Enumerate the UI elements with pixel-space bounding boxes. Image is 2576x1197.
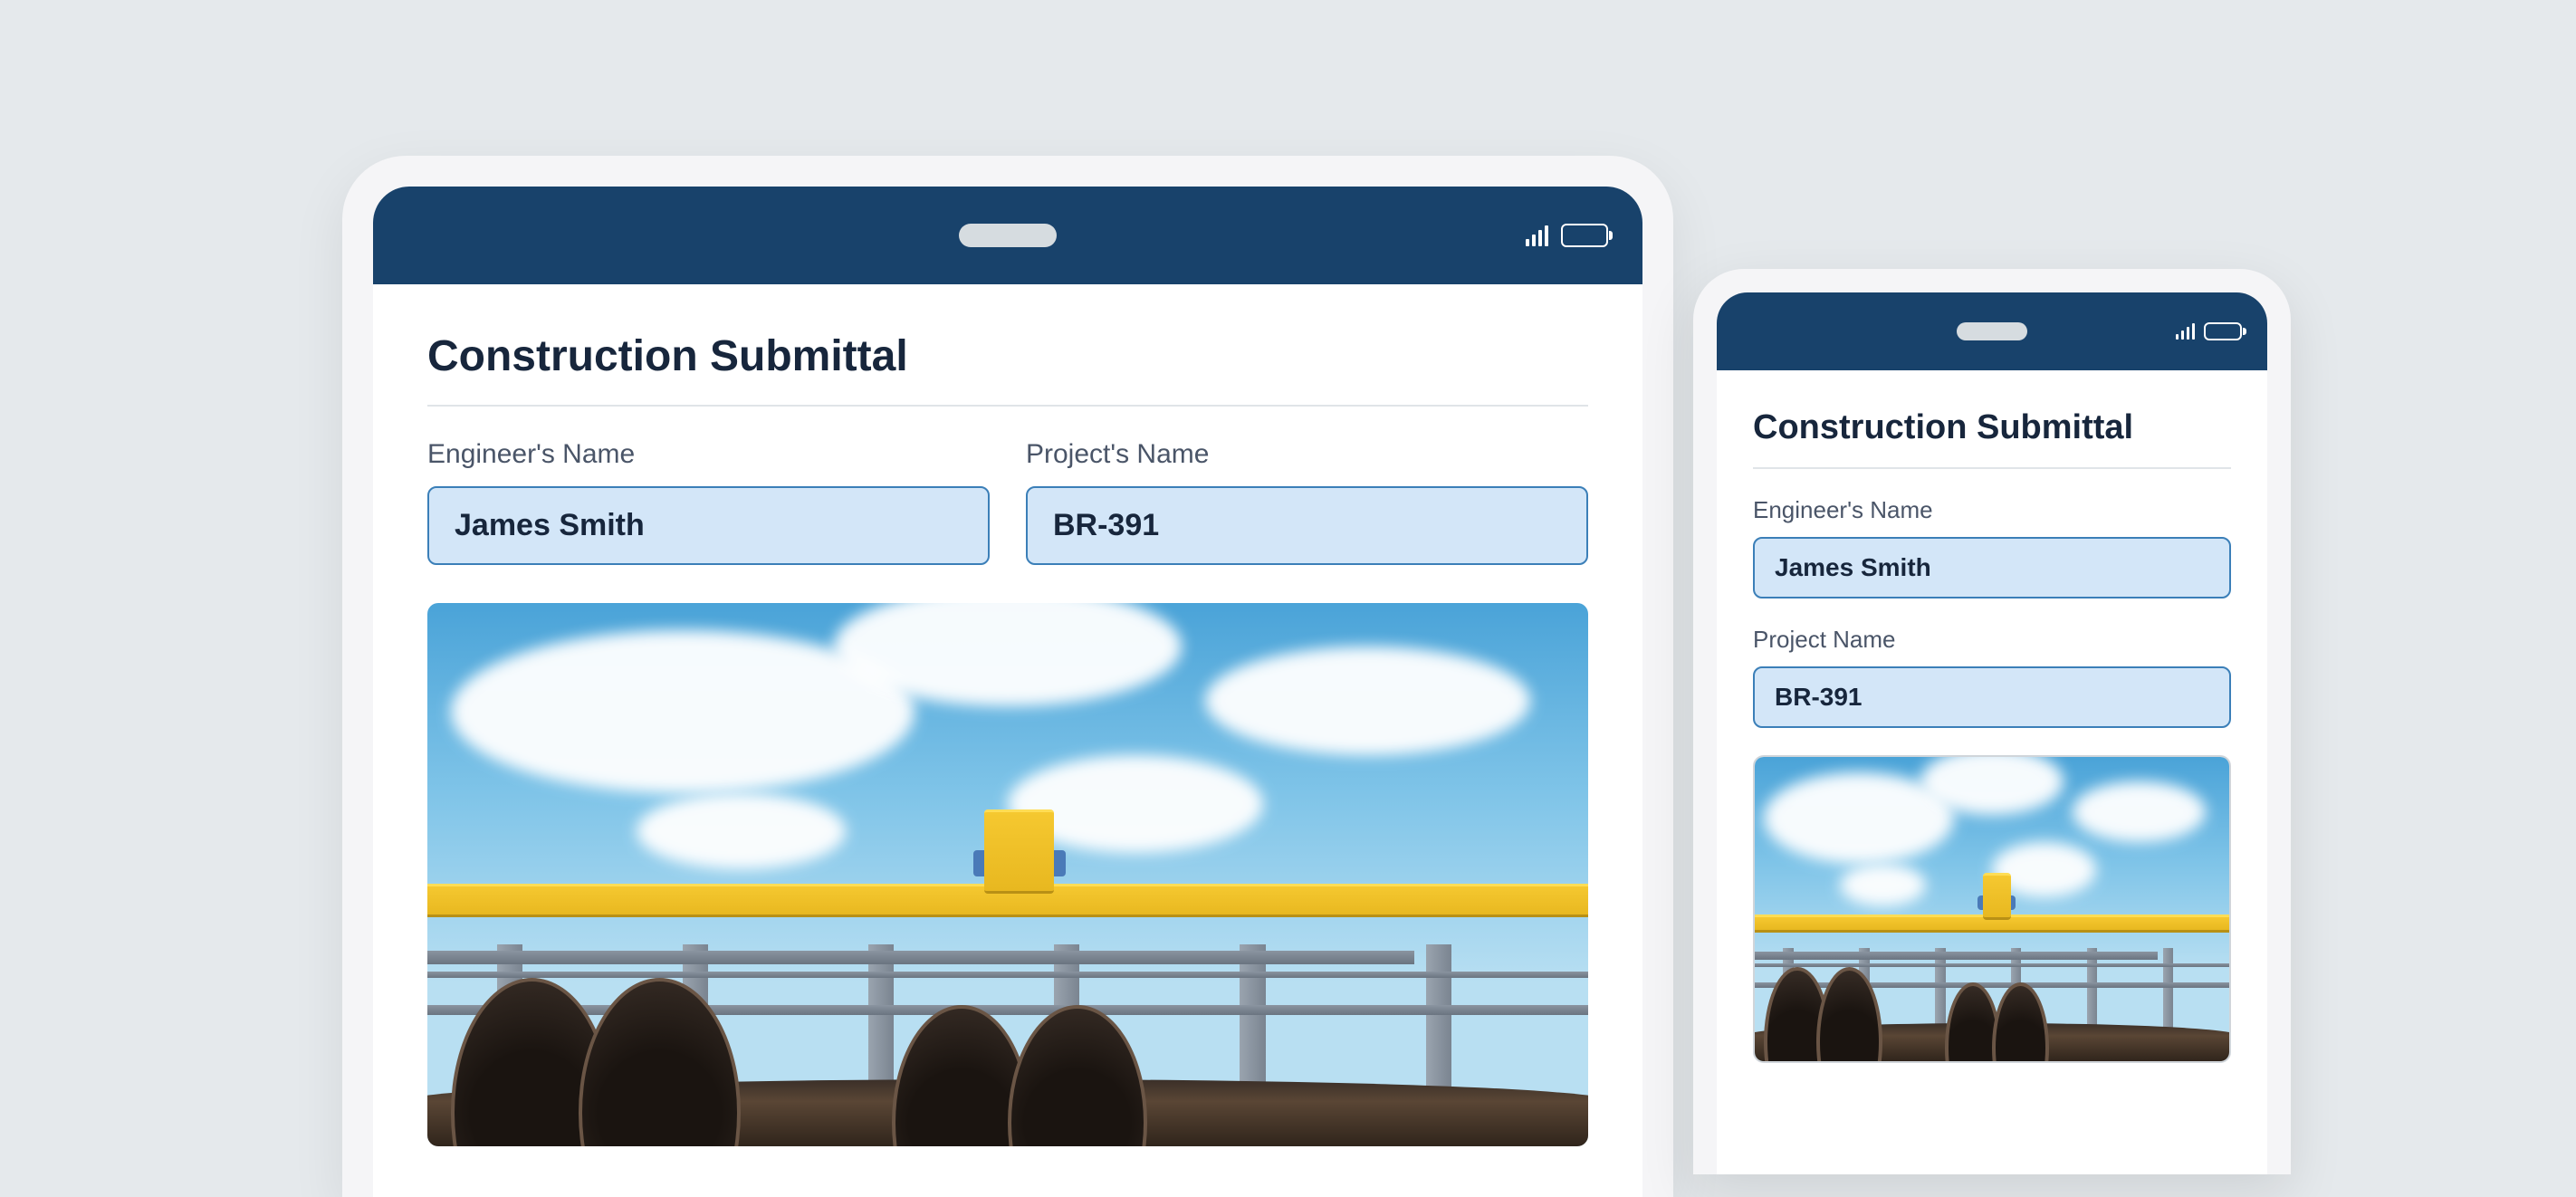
phone-status-bar [1717, 292, 2267, 370]
phone-content: Construction Submittal Engineer's Name P… [1717, 370, 2267, 1063]
page-title: Construction Submittal [1753, 408, 2231, 447]
project-name-label: Project Name [1753, 626, 2231, 654]
battery-icon [2204, 322, 2242, 340]
project-name-label: Project's Name [1026, 439, 1588, 470]
engineer-name-label: Engineer's Name [1753, 496, 2231, 524]
engineer-name-input[interactable] [1753, 537, 2231, 598]
status-icons-group [2176, 322, 2242, 340]
tablet-device-frame: Construction Submittal Engineer's Name P… [342, 156, 1673, 1197]
phone-screen: Construction Submittal Engineer's Name P… [1717, 292, 2267, 1174]
field-row: Engineer's Name Project's Name [427, 439, 1588, 565]
project-name-field: Project's Name [1026, 439, 1588, 565]
project-name-input[interactable] [1026, 486, 1588, 565]
project-name-input[interactable] [1753, 666, 2231, 728]
divider [1753, 467, 2231, 469]
engineer-name-field: Engineer's Name [1753, 496, 2231, 598]
phone-device-frame: Construction Submittal Engineer's Name P… [1693, 269, 2291, 1174]
speaker-notch [959, 224, 1057, 247]
construction-site-image [1753, 755, 2231, 1063]
signal-icon [2176, 323, 2195, 340]
project-name-field: Project Name [1753, 626, 2231, 728]
speaker-notch [1957, 322, 2027, 340]
construction-site-image [427, 603, 1588, 1146]
engineer-name-input[interactable] [427, 486, 990, 565]
engineer-name-label: Engineer's Name [427, 439, 990, 470]
tablet-screen: Construction Submittal Engineer's Name P… [373, 187, 1642, 1197]
signal-icon [1526, 225, 1548, 246]
engineer-name-field: Engineer's Name [427, 439, 990, 565]
tablet-status-bar [373, 187, 1642, 284]
status-icons-group [1526, 224, 1608, 247]
page-title: Construction Submittal [427, 331, 1588, 381]
battery-icon [1561, 224, 1608, 247]
tablet-content: Construction Submittal Engineer's Name P… [373, 284, 1642, 1146]
divider [427, 405, 1588, 407]
